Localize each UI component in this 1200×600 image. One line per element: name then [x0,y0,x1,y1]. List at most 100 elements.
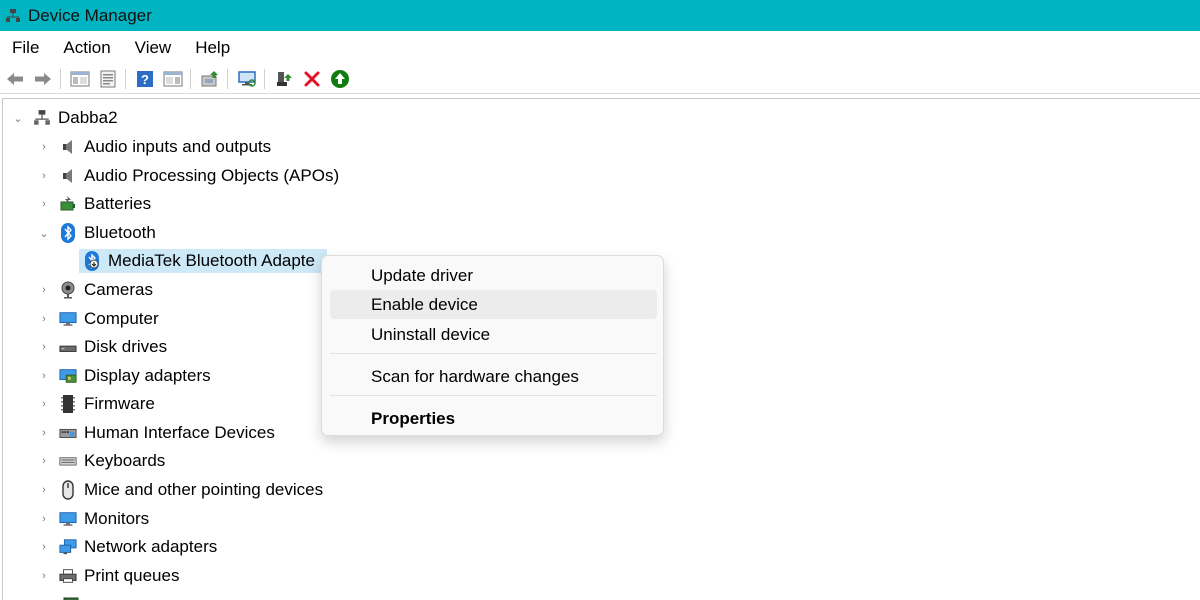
menu-file[interactable]: File [0,38,51,58]
keyboard-icon [59,452,77,470]
tree-item-label: Computer [84,309,159,328]
tree-item-mediatek-bluetooth-adapter[interactable]: MediaTek Bluetooth Adapte [79,249,327,273]
tree-item-audio-processing[interactable]: › Audio Processing Objects (APOs) [37,164,339,188]
chevron-down-icon[interactable]: ⌄ [11,111,25,125]
chevron-right-icon[interactable]: › [37,540,51,554]
disk-drive-icon [59,338,77,356]
svg-text:?: ? [141,72,149,87]
menu-item-update-driver[interactable]: Update driver [330,261,657,290]
chevron-right-icon[interactable]: › [37,340,51,354]
tree-item-keyboards[interactable]: › Keyboards [37,449,165,473]
action-pane-icon[interactable] [160,66,186,92]
menu-view[interactable]: View [123,38,184,58]
speaker-icon [59,167,77,185]
menu-item-scan-hardware-changes[interactable]: Scan for hardware changes [330,362,657,391]
chevron-right-icon[interactable]: › [37,483,51,497]
tree-item-audio-inputs[interactable]: › Audio inputs and outputs [37,135,271,159]
tree-item-print-queues[interactable]: › Print queues [37,564,179,588]
processor-icon [62,596,80,600]
tree-item-label: Human Interface Devices [84,423,275,442]
menu-separator [330,353,657,354]
tree-item-label: Mice and other pointing devices [84,480,324,499]
menu-item-uninstall-device[interactable]: Uninstall device [330,320,657,349]
battery-icon [59,195,77,213]
tree-item-cameras[interactable]: › Cameras [37,278,153,302]
tree-item-label: Audio inputs and outputs [84,137,272,156]
help-icon[interactable]: ? [132,66,158,92]
hid-icon [59,424,77,442]
add-driver-icon[interactable] [271,66,297,92]
tree-item-label: Firmware [84,394,155,413]
properties-icon[interactable] [95,66,121,92]
tree-item-label: Cameras [84,280,153,299]
update-driver-icon[interactable] [197,66,223,92]
tree-item-label: Print queues [84,566,180,585]
title-bar: Device Manager [0,0,1200,31]
chevron-right-icon[interactable]: › [37,426,51,440]
tree-item-mice[interactable]: › Mice and other pointing devices [37,478,323,502]
chevron-right-icon[interactable]: › [37,397,51,411]
chevron-right-icon[interactable]: › [37,369,51,383]
tree-item-label: Network adapters [84,537,218,556]
menu-item-properties[interactable]: Properties [330,404,657,433]
back-icon[interactable] [2,66,28,92]
menu-separator [330,395,657,396]
chevron-right-icon[interactable]: › [37,197,51,211]
window-title: Device Manager [28,5,152,25]
toolbar-separator [264,68,265,89]
tree-item-label: Bluetooth [84,223,156,242]
display-adapter-icon [59,367,77,385]
tree-item-firmware[interactable]: › Firmware [37,392,155,416]
chevron-right-icon[interactable]: › [37,569,51,583]
menu-action[interactable]: Action [51,38,122,58]
mouse-icon [59,480,77,500]
network-adapter-icon [59,538,77,556]
tree-item-bluetooth[interactable]: ⌄ Bluetooth [37,221,156,245]
tree-item-label: Disk drives [84,337,168,356]
tree-root-label: Dabba2 [58,108,118,127]
menu-bar: File Action View Help [0,31,1200,64]
toolbar-separator [125,68,126,89]
tree-item-computer[interactable]: › Computer [37,307,159,331]
forward-icon[interactable] [30,66,56,92]
toolbar-separator [227,68,228,89]
tree-item-network-adapters[interactable]: › Network adapters [37,535,217,559]
tree-item-human-interface-devices[interactable]: › Human Interface Devices [37,421,275,445]
computer-network-icon [33,109,51,127]
tree-item-label: Audio Processing Objects (APOs) [84,166,340,185]
toolbar-separator [190,68,191,89]
tree-item-label: Batteries [84,194,152,213]
chevron-right-icon[interactable]: › [37,169,51,183]
tree-item-disk-drives[interactable]: › Disk drives [37,335,167,359]
tree-item-label: Keyboards [84,451,166,470]
show-hide-console-tree-icon[interactable] [67,66,93,92]
tree-item-label: Monitors [84,509,150,528]
bluetooth-icon [59,223,77,243]
chevron-right-icon[interactable]: › [37,454,51,468]
printer-icon [59,567,77,585]
computer-icon [59,310,77,328]
firmware-icon [59,395,77,413]
tree-item-label: MediaTek Bluetooth Adapte [108,251,315,270]
chevron-right-icon[interactable]: › [37,140,51,154]
toolbar-separator [60,68,61,89]
tree-root[interactable]: ⌄ Dabba2 [11,106,118,130]
chevron-down-icon[interactable]: ⌄ [37,226,51,240]
tree-item-monitors[interactable]: › Monitors [37,507,149,531]
chevron-right-icon[interactable]: › [37,283,51,297]
chevron-right-icon[interactable]: › [37,512,51,526]
menu-help[interactable]: Help [183,38,242,58]
tree-item-partial [62,593,87,600]
camera-icon [59,281,77,299]
enable-device-icon[interactable] [327,66,353,92]
chevron-right-icon[interactable]: › [37,312,51,326]
device-manager-icon [4,7,22,25]
context-menu: Update driver Enable device Uninstall de… [321,255,664,436]
speaker-icon [59,138,77,156]
uninstall-icon[interactable] [299,66,325,92]
menu-item-enable-device[interactable]: Enable device [330,290,657,319]
tree-item-batteries[interactable]: › Batteries [37,192,151,216]
tree-item-display-adapters[interactable]: › Display adapters [37,364,211,388]
scan-hardware-icon[interactable] [234,66,260,92]
tree-item-label: Display adapters [84,366,211,385]
